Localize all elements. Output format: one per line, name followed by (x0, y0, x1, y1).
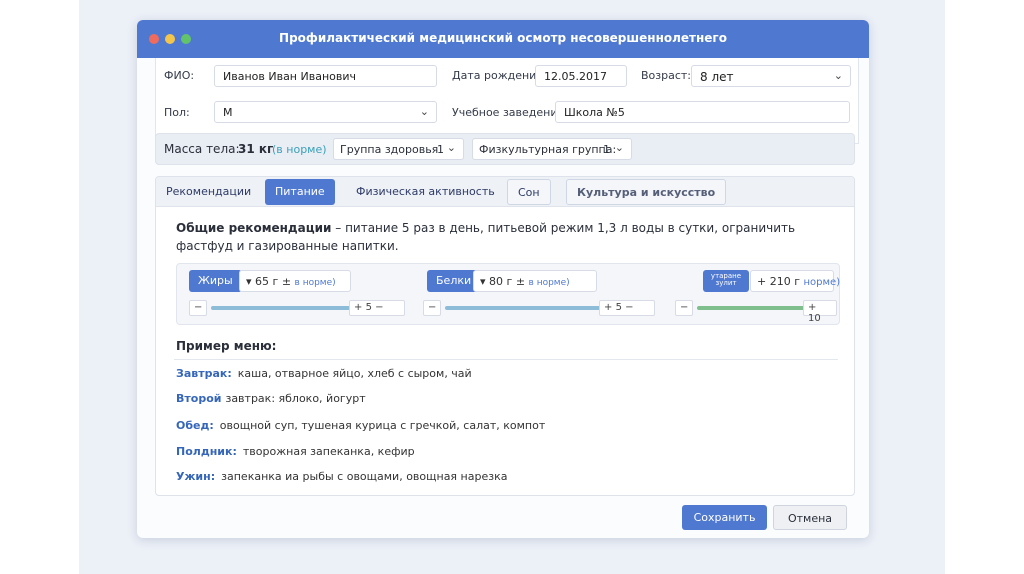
meal-text: творожная запеканка, кефир (242, 445, 415, 458)
macro-slider-carbs[interactable]: − + 10 (675, 300, 837, 324)
macro-amount: 80 г (489, 275, 513, 288)
mass-label: Масса тела: (164, 142, 240, 156)
slider-fill (697, 306, 807, 310)
minus-button[interactable]: − (423, 300, 442, 316)
sex-select[interactable]: М ⌄ (214, 101, 437, 123)
save-button[interactable]: Сохранить (682, 505, 767, 530)
age-label: Возраст: (641, 69, 692, 82)
macro-value-proteins: ▾ 80 г ± в норме) (473, 270, 597, 292)
meal-label: Полдник: (176, 445, 237, 458)
app-window: Профилактический медицинский осмотр несо… (137, 20, 869, 538)
pe-group-label: Физкультурная группа: (479, 143, 617, 156)
macro-amount: 210 г (769, 275, 800, 288)
chevron-down-icon: ⌄ (419, 105, 429, 118)
meal-lunch: Обед: овощной суп, тушеная курица с гречк… (176, 419, 545, 432)
meal-text: овощной суп, тушеная курица с гречкой, с… (219, 419, 546, 432)
menu-title: Пример меню: (176, 339, 277, 353)
mass-status: (в норме) (272, 143, 327, 156)
sex-label: Пол: (164, 106, 190, 119)
macro-slider-fats[interactable]: − + 5 − (189, 300, 407, 316)
general-recommendations: Общие рекомендации – питание 5 раз в ден… (176, 219, 816, 255)
slider-fill (211, 306, 357, 310)
health-group-label: Группа здоровья (340, 143, 439, 156)
pe-group-select[interactable]: Физкультурная группа: 1 ⌄ (472, 138, 632, 160)
general-title: Общие рекомендации (176, 221, 332, 235)
macro-status: норме) (803, 277, 841, 288)
window-title: Профилактический медицинский осмотр несо… (279, 31, 727, 45)
birth-date-label: Дата рождения: (452, 69, 547, 82)
mass-value: 31 кг (238, 142, 274, 156)
meal-label: Обед: (176, 419, 214, 432)
sex-value: М (223, 106, 233, 119)
meal-breakfast: Завтрак: каша, отварное яйцо, хлеб с сыро… (176, 367, 472, 380)
meal-text: завтрак: яблоко, йогурт (225, 392, 366, 405)
tab-bar: Рекомендации Питание Физическая активнос… (156, 177, 854, 207)
school-input[interactable]: Школа №5 (555, 101, 850, 123)
macro-value-fats: ▾ 65 г ± в норме) (239, 270, 351, 292)
birth-date-input[interactable]: 12.05.2017 (535, 65, 627, 87)
macro-amount: 65 г (255, 275, 279, 288)
title-bar: Профилактический медицинский осмотр несо… (137, 20, 869, 58)
stepper[interactable]: + 5 − (599, 300, 655, 316)
recommendations-panel: Рекомендации Питание Физическая активнос… (155, 176, 855, 496)
step-value: 5 (365, 302, 372, 313)
macros-panel: Жиры ▾ 65 г ± в норме) − + 5 − Белки ▾ 8… (176, 263, 840, 325)
chevron-down-icon: ⌄ (614, 141, 624, 154)
health-group-value: 1 (437, 143, 444, 156)
macro-slider-proteins[interactable]: − + 5 − (423, 300, 655, 316)
meal-snack: Полдник: творожная запеканка, кефир (176, 445, 415, 458)
meal-text: каша, отварное яйцо, хлеб с сыром, чай (237, 367, 472, 380)
age-select[interactable]: 8 лет ⌄ (691, 65, 851, 87)
macro-status: в норме) (294, 278, 336, 288)
fio-label: ФИО: (164, 69, 195, 82)
meal-label: Завтрак: (176, 367, 232, 380)
plus-minus: ± (515, 275, 526, 288)
pe-group-value: 1 (603, 143, 610, 156)
health-group-select[interactable]: Группа здоровья 1 ⌄ (333, 138, 464, 160)
tab-culture[interactable]: Культура и искусство (566, 179, 727, 205)
fio-input[interactable]: Иванов Иван Иванович (214, 65, 437, 87)
meal-label: Ужин: (176, 470, 216, 483)
stepper[interactable]: + 5 − (349, 300, 405, 316)
minus-button[interactable]: − (189, 300, 208, 316)
tab-nutrition[interactable]: Питание (265, 179, 335, 205)
meal-dinner: Ужин: запеканка иа рыбы с овощами, овощна… (176, 470, 507, 483)
meal-second-breakfast: Второй завтрак: яблоко, йогурт (176, 392, 366, 405)
divider (174, 359, 838, 360)
step-value: 10 (808, 313, 821, 324)
health-summary-bar: Масса тела: 31 кг (в норме) Группа здоро… (155, 133, 855, 165)
stepper[interactable]: + 10 (803, 300, 837, 324)
minus-button[interactable]: − (675, 300, 694, 316)
macro-tag-fats: Жиры (189, 270, 242, 292)
chevron-down-icon: ⌄ (446, 141, 456, 154)
meal-label: Второй (176, 392, 222, 405)
cancel-button[interactable]: Отмена (773, 505, 847, 530)
school-label: Учебное заведение: (452, 106, 568, 119)
meal-text: запеканка иа рыбы с овощами, овощная нар… (221, 470, 508, 483)
chevron-down-icon: ⌄ (833, 69, 843, 82)
slider-fill (445, 306, 601, 310)
plus-minus: ± (281, 275, 292, 288)
age-value: 8 лет (700, 70, 734, 84)
tab-sleep[interactable]: Сон (507, 179, 551, 205)
macro-value-carbs: + 210 г норме) (750, 270, 840, 292)
macro-status: в норме) (528, 278, 570, 288)
step-value: 5 (615, 302, 622, 313)
macro-tag-carbs: утарaне зулит (703, 270, 749, 292)
tab-recommendations[interactable]: Рекомендации (156, 179, 261, 205)
tab-physical-activity[interactable]: Физическая активность (346, 179, 505, 205)
